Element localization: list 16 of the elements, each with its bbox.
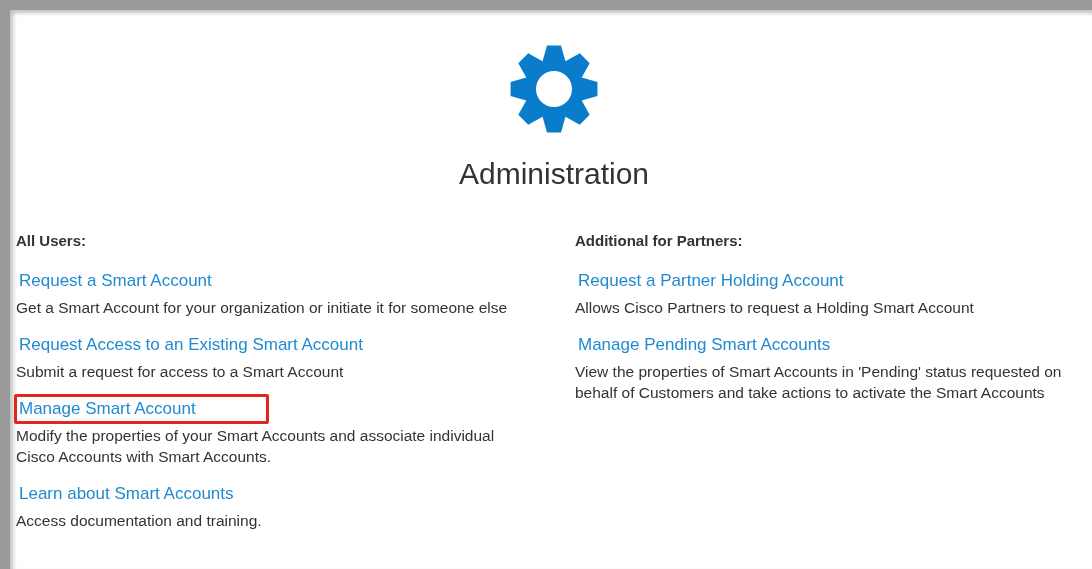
link-description: View the properties of Smart Accounts in 'Pending' status requested on behalf of Customers and take actions to activate the Smart Accounts	[575, 362, 1063, 403]
link[interactable]: Request Access to an Existing Smart Account	[14, 330, 436, 360]
highlighted-link[interactable]: Manage Smart Account	[14, 394, 269, 424]
link[interactable]: Manage Pending Smart Accounts	[573, 330, 904, 360]
link-description: Submit a request for access to a Smart Account	[16, 362, 344, 382]
section-heading: Additional for Partners:	[575, 232, 744, 249]
link[interactable]: Request a Smart Account	[14, 266, 285, 296]
section-heading: All Users:	[16, 232, 88, 249]
gear-icon	[509, 44, 599, 134]
page-title: Administration	[458, 156, 650, 192]
link-description: Modify the properties of your Smart Accounts and associate individual Cisco Accounts with Smart Accounts.	[16, 426, 496, 467]
link-description: Allows Cisco Partners to request a Holding Smart Account	[575, 298, 974, 318]
link-description: Get a Smart Account for your organization or initiate it for someone else	[16, 298, 508, 318]
link[interactable]: Learn about Smart Accounts	[14, 479, 307, 509]
link-description: Access documentation and training.	[16, 511, 262, 531]
link[interactable]: Request a Partner Holding Account	[573, 266, 917, 296]
